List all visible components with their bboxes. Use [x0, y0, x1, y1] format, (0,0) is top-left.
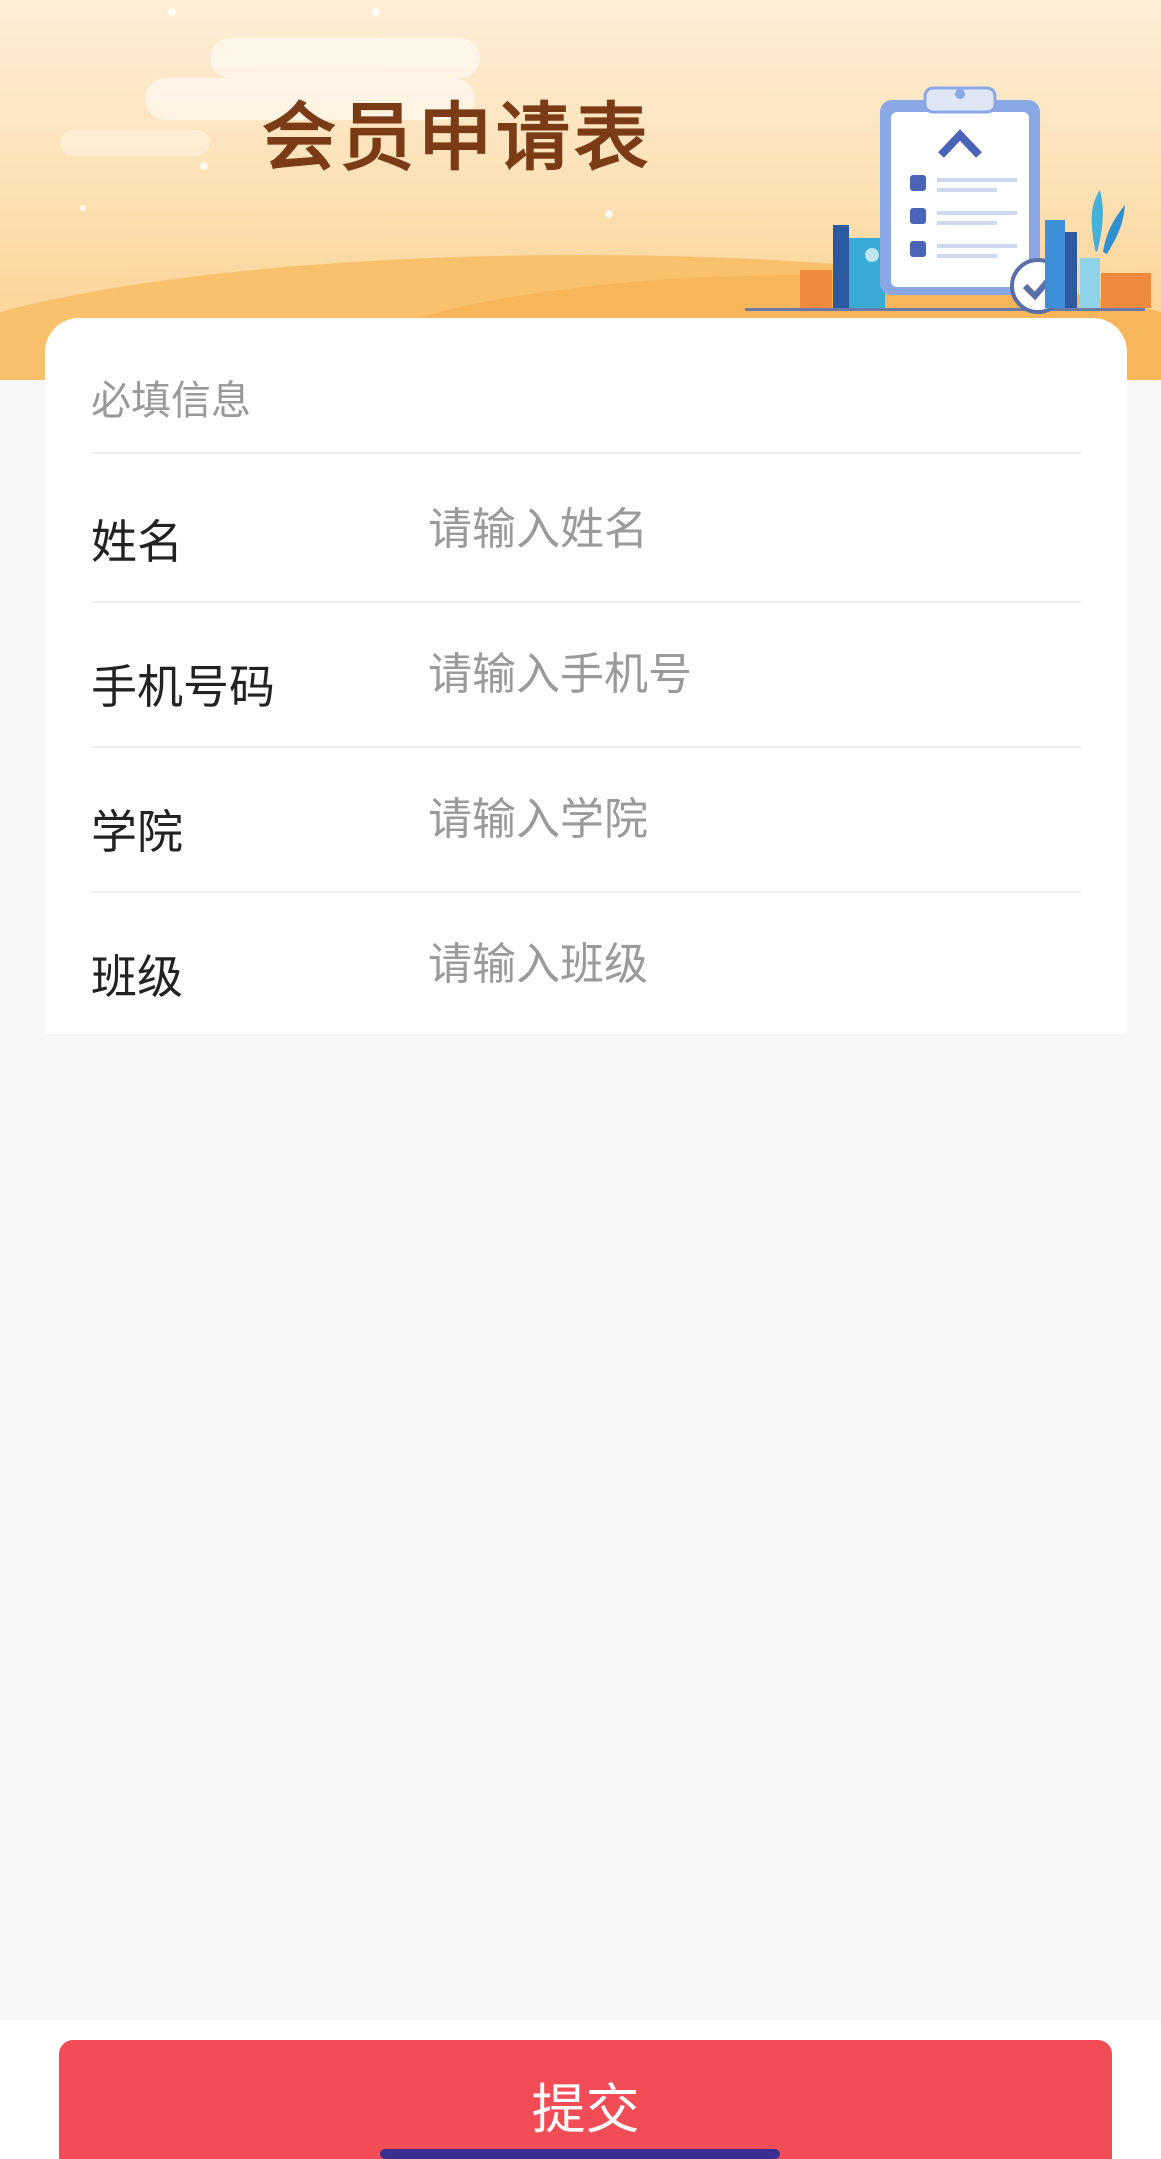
- bottom-bar: 提交: [0, 2020, 1161, 2159]
- divider: [91, 452, 1081, 454]
- page: 会员申请表 必填信息 姓名 请输入姓名 手机号码 请输入手机号 学院 请输入学院…: [0, 0, 1161, 2159]
- page-title: 会员申请表: [262, 95, 652, 181]
- home-indicator: [380, 2149, 780, 2159]
- required-info-card: 必填信息 姓名 手机号码 学院 班级: [45, 318, 1127, 1034]
- phone-input[interactable]: [428, 639, 1078, 709]
- name-label: 姓名: [91, 515, 183, 569]
- submit-button[interactable]: 提交: [59, 2040, 1112, 2159]
- college-input[interactable]: [428, 784, 1078, 854]
- phone-label: 手机号码: [91, 660, 275, 714]
- college-label: 学院: [91, 805, 183, 859]
- form-row-class: 班级: [45, 891, 1127, 1036]
- class-label: 班级: [91, 950, 183, 1004]
- form-row-college: 学院: [45, 746, 1127, 891]
- clipboard-checklist-icon: [745, 86, 1151, 314]
- form-row-name: 姓名: [45, 456, 1127, 601]
- class-input[interactable]: [428, 929, 1078, 999]
- section-title: 必填信息: [91, 378, 251, 424]
- form-row-phone: 手机号码: [45, 601, 1127, 746]
- name-input[interactable]: [428, 494, 1078, 564]
